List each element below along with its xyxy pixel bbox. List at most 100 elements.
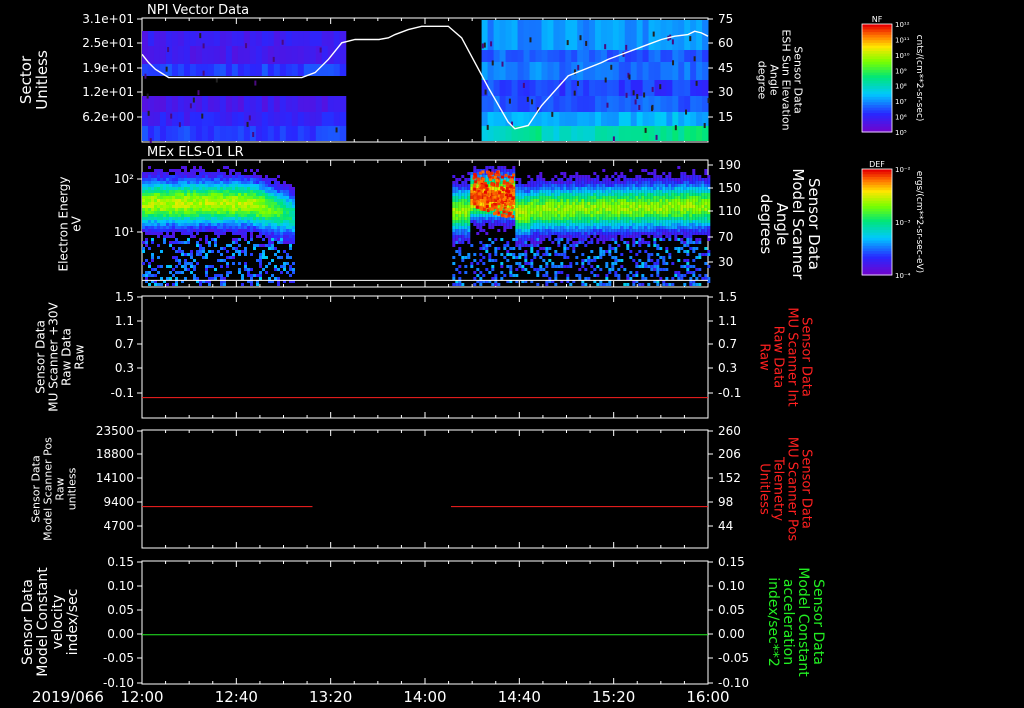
heat-cell xyxy=(659,217,663,220)
heat-cell xyxy=(704,187,708,190)
heat-cell xyxy=(151,229,154,232)
heat-cell xyxy=(286,235,289,238)
heat-cell xyxy=(172,181,175,184)
heat-cell xyxy=(671,262,675,265)
heat-cell xyxy=(654,96,661,112)
heat-cell xyxy=(145,193,148,196)
heat-cell xyxy=(145,190,148,193)
heat-speck xyxy=(491,60,494,66)
heat-cell xyxy=(280,229,283,232)
heat-cell xyxy=(683,214,687,217)
heat-cell xyxy=(241,229,244,232)
heat-cell xyxy=(695,220,699,223)
heat-cell xyxy=(169,217,172,220)
y-tick-label: 3.1e+01 xyxy=(82,12,134,26)
heat-cell xyxy=(647,181,651,184)
heat-cell-hot xyxy=(473,187,477,191)
heat-cell xyxy=(662,232,666,235)
heat-cell xyxy=(530,202,534,205)
heat-cell xyxy=(231,64,239,76)
heat-cell xyxy=(677,217,681,220)
heat-cell xyxy=(575,184,579,187)
heat-cell xyxy=(464,271,468,274)
heat-cell xyxy=(205,214,208,217)
heat-cell xyxy=(214,268,217,271)
heat-cell xyxy=(479,226,483,229)
heat-cell xyxy=(521,211,525,214)
heat-cell xyxy=(208,283,211,286)
heat-cell xyxy=(527,175,531,178)
heat-cell xyxy=(677,184,681,187)
heat-cell xyxy=(202,187,205,190)
heat-cell-hot xyxy=(504,214,508,218)
heat-cell xyxy=(217,175,220,178)
heat-cell xyxy=(647,202,651,205)
heat-cell xyxy=(214,205,217,208)
heat-cell xyxy=(223,217,226,220)
heat-cell xyxy=(241,199,244,202)
heat-cell xyxy=(250,202,253,205)
heat-cell xyxy=(217,196,220,199)
heat-cell xyxy=(560,187,564,190)
heat-cell xyxy=(217,184,220,187)
heat-cell xyxy=(566,265,570,268)
heat-cell xyxy=(487,50,495,62)
heat-cell xyxy=(256,223,259,226)
heat-cell-hot xyxy=(476,195,480,199)
heat-cell xyxy=(505,62,513,80)
heat-cell xyxy=(704,169,708,172)
heat-cell xyxy=(659,199,663,202)
heat-speck xyxy=(281,39,284,45)
heat-cell xyxy=(644,232,648,235)
heat-cell xyxy=(599,211,603,214)
heat-cell xyxy=(220,226,223,229)
heat-cell xyxy=(572,202,576,205)
heat-cell xyxy=(599,205,603,208)
heat-cell xyxy=(515,223,519,226)
heat-cell xyxy=(689,226,693,229)
heat-cell xyxy=(163,190,166,193)
heat-cell xyxy=(674,232,678,235)
heat-cell xyxy=(148,202,151,205)
heat-speck xyxy=(167,47,170,53)
heat-cell xyxy=(698,202,702,205)
heat-cell xyxy=(698,181,702,184)
heat-cell xyxy=(626,274,630,277)
heat-cell xyxy=(632,235,636,238)
heat-cell xyxy=(566,247,570,250)
y-tick-label: 18800 xyxy=(96,447,134,461)
heat-cell xyxy=(647,178,651,181)
heat-cell xyxy=(207,96,215,112)
heat-cell xyxy=(499,50,507,62)
heat-cell xyxy=(614,238,618,241)
heat-cell xyxy=(524,268,528,271)
heat-cell xyxy=(455,232,459,235)
heat-cell-hot xyxy=(496,208,500,212)
heat-cell xyxy=(554,175,558,178)
heat-cell xyxy=(551,229,555,232)
heat-cell xyxy=(219,64,227,76)
heat-cell xyxy=(668,184,672,187)
heat-cell xyxy=(689,238,693,241)
heat-cell xyxy=(166,277,169,280)
heat-cell xyxy=(620,193,624,196)
heat-cell xyxy=(452,217,456,220)
heat-cell xyxy=(163,223,166,226)
heat-cell xyxy=(602,211,606,214)
heat-cell xyxy=(674,199,678,202)
heat-cell xyxy=(629,256,633,259)
heat-cell xyxy=(587,205,591,208)
heat-cell xyxy=(569,220,573,223)
heat-cell xyxy=(674,184,678,187)
heat-cell xyxy=(672,20,679,50)
heat-speck xyxy=(651,86,654,92)
heat-cell xyxy=(557,187,561,190)
heat-cell xyxy=(611,175,615,178)
heat-cell xyxy=(608,184,612,187)
heat-cell xyxy=(608,250,612,253)
heat-cell xyxy=(238,211,241,214)
heat-cell xyxy=(563,220,567,223)
heat-cell xyxy=(289,208,292,211)
heat-cell xyxy=(333,64,341,76)
heat-cell xyxy=(650,172,654,175)
